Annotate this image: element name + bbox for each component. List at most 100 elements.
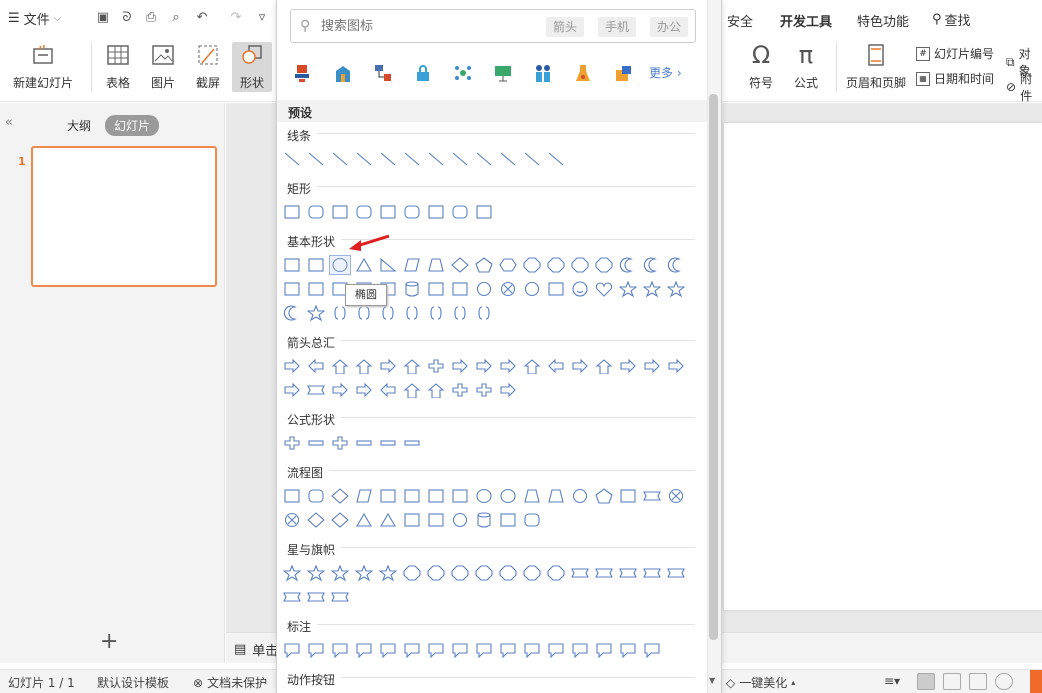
find-button[interactable]: ⚲ 查找 [932, 10, 971, 29]
shape-banner-icon[interactable] [307, 589, 325, 605]
shape-trap-icon[interactable] [523, 488, 541, 504]
tab-security[interactable]: 安全 [727, 11, 753, 30]
shape-button[interactable]: 形状 [232, 42, 272, 92]
shape-oct-icon[interactable] [403, 565, 421, 581]
shape-bracket-icon[interactable] [331, 305, 349, 321]
shape-rect-icon[interactable] [379, 488, 397, 504]
shape-arrowL-icon[interactable] [307, 358, 325, 374]
one-click-beautify-button[interactable]: ◇ 一键美化 ▴ [726, 674, 795, 691]
shape-arrowL-icon[interactable] [547, 358, 565, 374]
shape-rect-icon[interactable] [451, 281, 469, 297]
shape-banner-icon[interactable] [643, 565, 661, 581]
shape-callout-icon[interactable] [355, 642, 373, 658]
shape-rtri-icon[interactable] [379, 257, 397, 273]
molecule-icon[interactable] [452, 62, 474, 84]
output-icon[interactable]: ᘐ [119, 10, 135, 26]
shape-plus-icon[interactable] [283, 435, 301, 451]
symbol-button[interactable]: Ω 符号 [742, 41, 780, 92]
shape-xcirc-icon[interactable] [283, 512, 301, 528]
shape-rect-icon[interactable] [451, 488, 469, 504]
save-icon[interactable]: ▣ [95, 10, 111, 26]
shape-cyl-icon[interactable] [475, 512, 493, 528]
shape-banner-icon[interactable] [307, 382, 325, 398]
shape-line-icon[interactable] [427, 151, 445, 167]
shape-diamond-icon[interactable] [331, 488, 349, 504]
shape-banner-icon[interactable] [667, 565, 685, 581]
shape-banner-icon[interactable] [619, 565, 637, 581]
more-icons-link[interactable]: 更多 › [649, 64, 682, 81]
shape-para-icon[interactable] [403, 257, 421, 273]
shape-arrowR-icon[interactable] [451, 358, 469, 374]
scrollbar-thumb[interactable] [709, 94, 718, 640]
shape-para-icon[interactable] [355, 488, 373, 504]
shape-rect-icon[interactable] [427, 204, 445, 220]
file-menu[interactable]: ☰ 文件 ⌵ [8, 8, 61, 28]
slide-number-button[interactable]: # 幻灯片编号 [916, 45, 994, 62]
shape-oct-icon[interactable] [523, 565, 541, 581]
shape-moon-icon[interactable] [283, 305, 301, 321]
shape-plus-icon[interactable] [475, 382, 493, 398]
shape-trap-icon[interactable] [427, 257, 445, 273]
shape-rect-icon[interactable] [547, 281, 565, 297]
shape-moon-icon[interactable] [643, 257, 661, 273]
shape-callout-icon[interactable] [619, 642, 637, 658]
shape-arrowU-icon[interactable] [427, 382, 445, 398]
shape-arrowU-icon[interactable] [595, 358, 613, 374]
notes-toggle-icon[interactable]: ≡▾ [884, 674, 900, 688]
shape-minus-icon[interactable] [379, 435, 397, 451]
shape-rect-icon[interactable] [403, 512, 421, 528]
shape-star-icon[interactable] [379, 565, 397, 581]
shape-rect-icon[interactable] [619, 488, 637, 504]
shape-arrowU-icon[interactable] [403, 382, 421, 398]
shape-bracket-icon[interactable] [427, 305, 445, 321]
shape-minus-icon[interactable] [307, 435, 325, 451]
shape-star-icon[interactable] [307, 565, 325, 581]
shape-line-icon[interactable] [547, 151, 565, 167]
shape-line-icon[interactable] [283, 151, 301, 167]
shape-arrowR-icon[interactable] [571, 358, 589, 374]
shape-rect-icon[interactable] [427, 512, 445, 528]
shape-plus-icon[interactable] [331, 435, 349, 451]
shape-line-icon[interactable] [331, 151, 349, 167]
shape-star-icon[interactable] [331, 565, 349, 581]
shape-rect-icon[interactable] [283, 257, 301, 273]
new-slide-button[interactable]: 新建幻灯片 [8, 42, 78, 92]
shape-tri-icon[interactable] [355, 257, 373, 273]
shape-rect-icon[interactable] [307, 281, 325, 297]
shape-rrect-icon[interactable] [523, 512, 541, 528]
shape-heart-icon[interactable] [595, 281, 613, 297]
shape-callout-icon[interactable] [523, 642, 541, 658]
shape-line-icon[interactable] [451, 151, 469, 167]
date-time-button[interactable]: ▦ 日期和时间 [916, 70, 994, 87]
shape-callout-icon[interactable] [331, 642, 349, 658]
shape-rect-icon[interactable] [331, 204, 349, 220]
shape-arrowR-icon[interactable] [283, 358, 301, 374]
shape-star-icon[interactable] [307, 305, 325, 321]
shape-star-icon[interactable] [643, 281, 661, 297]
shape-arrowR-icon[interactable] [475, 358, 493, 374]
tab-outline[interactable]: 大纲 [58, 115, 100, 136]
shape-line-icon[interactable] [403, 151, 421, 167]
shape-trap-icon[interactable] [547, 488, 565, 504]
scroll-down-icon[interactable]: ▼ [709, 676, 715, 685]
shape-star-icon[interactable] [355, 565, 373, 581]
shape-oct-icon[interactable] [595, 257, 613, 273]
shape-banner-icon[interactable] [283, 589, 301, 605]
shape-moon-icon[interactable] [619, 257, 637, 273]
building-icon[interactable] [332, 62, 354, 84]
attachment-button[interactable]: ⊘ 附件 [1006, 70, 1042, 104]
redo-icon[interactable]: ↷ [228, 10, 244, 26]
normal-view-icon[interactable] [917, 673, 935, 690]
play-button[interactable] [1030, 670, 1042, 693]
slide-thumbnail[interactable] [31, 146, 217, 287]
shape-oct-icon[interactable] [547, 257, 565, 273]
shape-star-icon[interactable] [283, 565, 301, 581]
shape-circ-icon[interactable] [571, 488, 589, 504]
shape-rect-icon[interactable] [307, 257, 325, 273]
shape-arrowU-icon[interactable] [355, 358, 373, 374]
shape-arrowR-icon[interactable] [619, 358, 637, 374]
shape-rect-icon[interactable] [283, 204, 301, 220]
shape-moon-icon[interactable] [667, 257, 685, 273]
shape-tri-icon[interactable] [379, 512, 397, 528]
shape-minus-icon[interactable] [403, 435, 421, 451]
